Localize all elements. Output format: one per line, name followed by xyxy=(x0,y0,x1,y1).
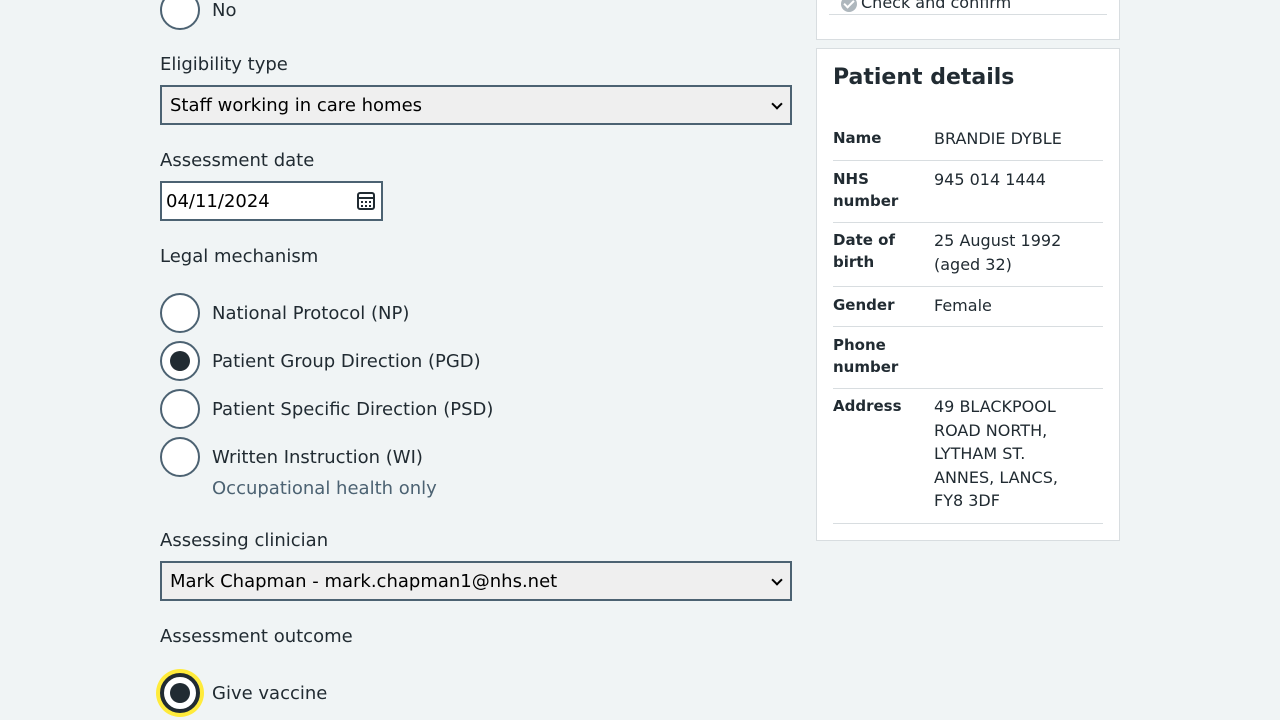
summary-key: Phone number xyxy=(833,336,899,376)
summary-value xyxy=(934,334,1103,388)
radio-np[interactable] xyxy=(160,293,200,333)
summary-value: Female xyxy=(934,296,992,315)
radio-wi-label: Written Instruction (WI) xyxy=(212,446,423,468)
patient-details-card: Patient details Name BRANDIE DYBLE NHS n… xyxy=(816,48,1120,541)
radio-wi[interactable] xyxy=(160,437,200,477)
summary-key: NHS number xyxy=(833,170,899,210)
summary-row-gender: Gender Female xyxy=(833,294,1103,327)
radio-option-psd[interactable]: Patient Specific Direction (PSD) xyxy=(160,389,493,429)
patient-details-title: Patient details xyxy=(833,65,1015,90)
task-list-card: Check and confirm xyxy=(816,0,1120,40)
chevron-down-icon xyxy=(772,576,782,586)
radio-pgd[interactable] xyxy=(160,341,200,381)
outcome-label: Assessment outcome xyxy=(160,626,353,647)
clinician-select[interactable]: Mark Chapman - mark.chapman1@nhs.net xyxy=(160,561,792,601)
radio-psd[interactable] xyxy=(160,389,200,429)
eligibility-label: Eligibility type xyxy=(160,54,288,75)
radio-wi-hint: Occupational health only xyxy=(212,478,437,499)
radio-no-label: No xyxy=(212,0,237,21)
radio-psd-label: Patient Specific Direction (PSD) xyxy=(212,398,494,420)
summary-row-address: Address 49 BLACKPOOL ROAD NORTH, LYTHAM … xyxy=(833,395,1103,524)
summary-key: Address xyxy=(833,397,902,415)
eligibility-select[interactable]: Staff working in care homes xyxy=(160,85,792,125)
radio-option-give-vaccine[interactable]: Give vaccine xyxy=(160,673,327,713)
summary-row-nhs-number: NHS number 945 014 1444 xyxy=(833,168,1103,223)
legal-mechanism-label: Legal mechanism xyxy=(160,246,319,267)
radio-option-wi[interactable]: Written Instruction (WI) xyxy=(160,437,423,477)
calendar-icon[interactable] xyxy=(357,192,375,210)
summary-value: 49 BLACKPOOL ROAD NORTH, LYTHAM ST. ANNE… xyxy=(934,397,1058,510)
radio-option-no[interactable]: No xyxy=(160,0,236,30)
radio-option-np[interactable]: National Protocol (NP) xyxy=(160,293,409,333)
radio-no[interactable] xyxy=(160,0,200,30)
summary-key: Name xyxy=(833,129,882,147)
task-list-item-label: Check and confirm xyxy=(861,0,1012,12)
radio-give-vaccine[interactable] xyxy=(160,673,200,713)
assessment-date-input[interactable]: 04/11/2024 xyxy=(160,181,383,221)
summary-row-name: Name BRANDIE DYBLE xyxy=(833,127,1103,161)
task-list-item[interactable]: Check and confirm xyxy=(829,0,1107,15)
summary-key: Date of birth xyxy=(833,231,895,271)
chevron-down-icon xyxy=(772,100,782,110)
radio-pgd-label: Patient Group Direction (PGD) xyxy=(212,350,481,372)
summary-row-date-of-birth: Date of birth 25 August 1992 (aged 32) xyxy=(833,229,1103,287)
clinician-value: Mark Chapman - mark.chapman1@nhs.net xyxy=(170,570,558,592)
summary-value: BRANDIE DYBLE xyxy=(934,129,1062,148)
summary-value: 25 August 1992 (aged 32) xyxy=(934,231,1062,274)
tick-circle-icon xyxy=(841,0,857,12)
assessment-date-value: 04/11/2024 xyxy=(166,190,270,212)
assessment-date-label: Assessment date xyxy=(160,150,315,171)
summary-row-phone-number: Phone number xyxy=(833,334,1103,389)
radio-option-pgd[interactable]: Patient Group Direction (PGD) xyxy=(160,341,481,381)
summary-key: Gender xyxy=(833,296,895,314)
radio-np-label: National Protocol (NP) xyxy=(212,302,410,324)
eligibility-value: Staff working in care homes xyxy=(170,94,423,116)
summary-value: 945 014 1444 xyxy=(934,170,1046,189)
clinician-label: Assessing clinician xyxy=(160,530,329,551)
radio-give-vaccine-label: Give vaccine xyxy=(212,682,328,704)
